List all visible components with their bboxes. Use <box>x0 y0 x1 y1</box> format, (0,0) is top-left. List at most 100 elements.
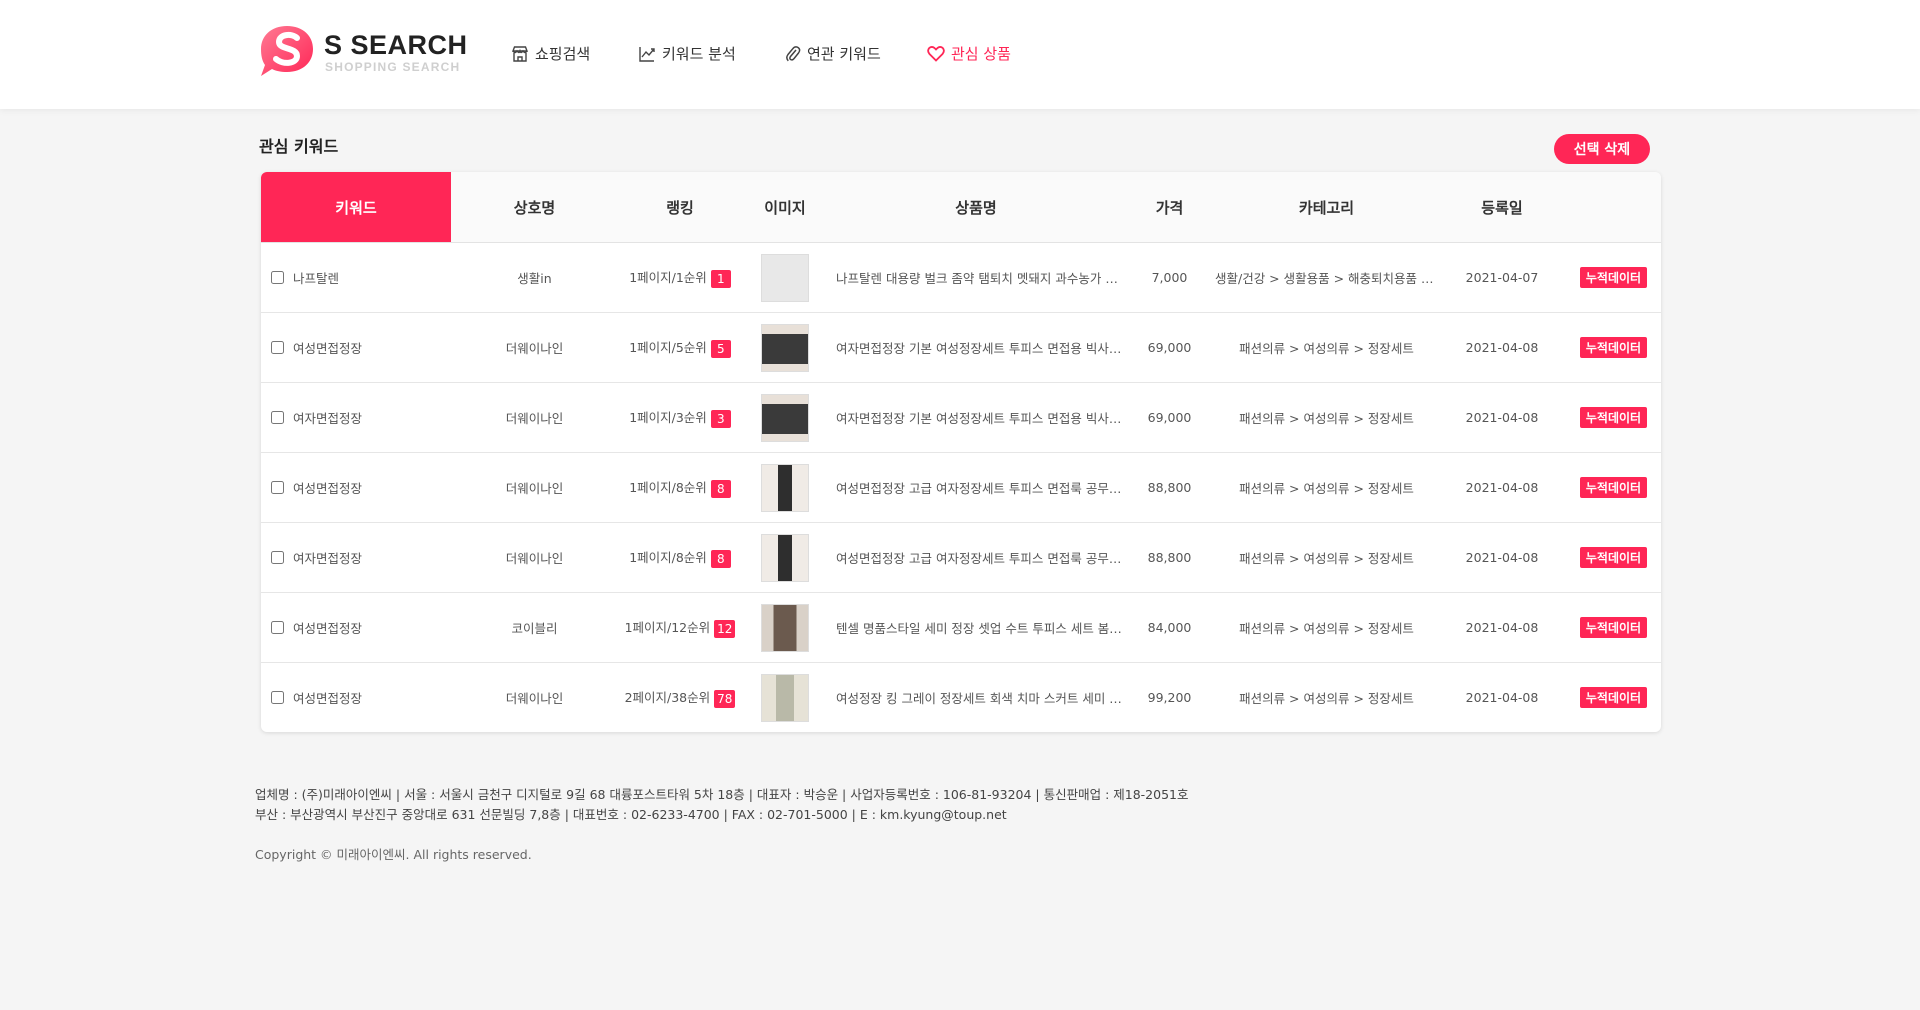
price-cell: 7,000 <box>1124 242 1215 313</box>
keyword-table: 키워드 상호명 랭킹 이미지 상품명 가격 카테고리 등록일 나프탈렌 생활in… <box>261 172 1661 732</box>
nav-shopping-search[interactable]: 쇼핑검색 <box>511 43 590 64</box>
product-thumbnail[interactable] <box>761 393 809 442</box>
rank-badge: 12 <box>714 619 736 638</box>
row-checkbox[interactable] <box>271 691 284 704</box>
column-header-date[interactable]: 등록일 <box>1438 172 1566 243</box>
product-thumbnail[interactable] <box>761 603 809 652</box>
column-header-store[interactable]: 상호명 <box>451 172 618 243</box>
rank-text: 2페이지/38순위 <box>624 690 711 706</box>
nav-label: 키워드 분석 <box>662 45 736 63</box>
product-thumbnail[interactable] <box>761 533 809 582</box>
table-row[interactable]: 여성면접정장 더웨이나인 1페이지/8순위 8 여성면접정장 고급 여자정장세트 … <box>261 452 1661 523</box>
column-header-price[interactable]: 가격 <box>1124 172 1215 243</box>
category-cell: 패션의류 > 여성의류 > 정장세트 <box>1215 312 1438 383</box>
brand-logo[interactable]: S SEARCH SHOPPING SEARCH <box>259 24 467 80</box>
page-title: 관심 키워드 <box>259 137 339 156</box>
cumulative-data-button[interactable]: 누적데이터 <box>1579 267 1648 288</box>
date-cell: 2021-04-08 <box>1438 522 1566 593</box>
rank-cell: 1페이지/1순위 1 <box>618 242 742 313</box>
row-select[interactable]: 여자면접정장 <box>271 548 451 567</box>
rank-text: 1페이지/1순위 <box>629 270 707 286</box>
image-cell <box>742 452 828 523</box>
row-select[interactable]: 여성면접정장 <box>271 688 451 707</box>
product-name-cell[interactable]: 여성면접정장 고급 여자정장세트 투피스 면접룩 공무원 빅... <box>828 522 1124 593</box>
cumulative-data-button[interactable]: 누적데이터 <box>1579 687 1648 708</box>
row-checkbox[interactable] <box>271 621 284 634</box>
store-cell: 더웨이나인 <box>451 522 618 593</box>
rank-cell: 1페이지/8순위 8 <box>618 522 742 593</box>
brand-subtitle: SHOPPING SEARCH <box>325 60 461 74</box>
row-checkbox[interactable] <box>271 411 284 424</box>
product-thumbnail[interactable] <box>761 253 809 302</box>
column-header-product[interactable]: 상품명 <box>828 172 1124 243</box>
row-select[interactable]: 여자면접정장 <box>271 408 451 427</box>
table-row[interactable]: 여성면접정장 코이블리 1페이지/12순위 12 텐셀 명품스타일 세미 정장 셋… <box>261 592 1661 663</box>
row-checkbox[interactable] <box>271 551 284 564</box>
nav-keyword-analysis[interactable]: 키워드 분석 <box>638 43 736 64</box>
column-header-rank[interactable]: 랭킹 <box>618 172 742 243</box>
row-checkbox[interactable] <box>271 271 284 284</box>
column-header-image: 이미지 <box>742 172 828 243</box>
product-thumbnail[interactable] <box>761 673 809 722</box>
table-row[interactable]: 여자면접정장 더웨이나인 1페이지/8순위 8 여성면접정장 고급 여자정장세트 … <box>261 522 1661 593</box>
cumulative-data-button[interactable]: 누적데이터 <box>1579 617 1648 638</box>
table-row[interactable]: 여성면접정장 더웨이나인 1페이지/5순위 5 여자면접정장 기본 여성정장세트 … <box>261 312 1661 383</box>
rank-cell: 1페이지/3순위 3 <box>618 382 742 453</box>
row-select[interactable]: 여성면접정장 <box>271 618 451 637</box>
keyword-cell: 여성면접정장 <box>261 663 451 733</box>
rank-badge: 3 <box>710 409 731 428</box>
delete-selected-button[interactable]: 선택 삭제 <box>1554 134 1650 164</box>
product-name-cell[interactable]: 텐셀 명품스타일 세미 정장 셋업 수트 투피스 세트 봄 ... <box>828 592 1124 663</box>
product-name-cell[interactable]: 여자면접정장 기본 여성정장세트 투피스 면접용 빅사이즈 ... <box>828 382 1124 453</box>
category-cell: 패션의류 > 여성의류 > 정장세트 <box>1215 522 1438 593</box>
action-cell: 누적데이터 <box>1566 663 1661 733</box>
nav-favorite-products[interactable]: 관심 상품 <box>927 43 1011 64</box>
rank-text: 1페이지/8순위 <box>629 480 707 496</box>
footer-contact-info: 부산 : 부산광역시 부산진구 중앙대로 631 선문빌딩 7,8층 | 대표번… <box>255 807 1007 822</box>
nav-label: 연관 키워드 <box>807 45 881 63</box>
product-thumbnail[interactable] <box>761 323 809 372</box>
table-row[interactable]: 나프탈렌 생활in 1페이지/1순위 1 나프탈렌 대용량 벌크 좀약 탬퇴치 멧… <box>261 242 1661 313</box>
product-name-cell[interactable]: 나프탈렌 대용량 벌크 좀약 탬퇴치 멧돼지 과수농가 방충... <box>828 242 1124 313</box>
nav-related-keywords[interactable]: 연관 키워드 <box>785 43 881 64</box>
store-cell: 더웨이나인 <box>451 452 618 523</box>
image-cell <box>742 242 828 313</box>
date-cell: 2021-04-08 <box>1438 382 1566 453</box>
image-cell <box>742 592 828 663</box>
column-header-category[interactable]: 카테고리 <box>1215 172 1438 243</box>
rank-badge: 5 <box>710 339 731 358</box>
store-icon <box>511 45 529 62</box>
cumulative-data-button[interactable]: 누적데이터 <box>1579 477 1648 498</box>
row-checkbox[interactable] <box>271 481 284 494</box>
row-select[interactable]: 여성면접정장 <box>271 338 451 357</box>
image-cell <box>742 312 828 383</box>
store-cell: 코이블리 <box>451 592 618 663</box>
rank-text: 1페이지/3순위 <box>629 410 707 426</box>
cumulative-data-button[interactable]: 누적데이터 <box>1579 407 1648 428</box>
table-row[interactable]: 여성면접정장 더웨이나인 2페이지/38순위 78 여성정장 킹 그레이 정장세트… <box>261 663 1661 733</box>
row-select[interactable]: 나프탈렌 <box>271 268 451 287</box>
store-cell: 더웨이나인 <box>451 382 618 453</box>
cumulative-data-button[interactable]: 누적데이터 <box>1579 547 1648 568</box>
keyword-text: 나프탈렌 <box>293 271 340 286</box>
row-select[interactable]: 여성면접정장 <box>271 478 451 497</box>
footer-copyright: Copyright © 미래아이엔씨. All rights reserved. <box>255 847 532 862</box>
cumulative-data-button[interactable]: 누적데이터 <box>1579 337 1648 358</box>
logo-bubble-icon <box>261 26 313 76</box>
price-cell: 88,800 <box>1124 522 1215 593</box>
category-cell: 패션의류 > 여성의류 > 정장세트 <box>1239 691 1414 706</box>
table-row[interactable]: 여자면접정장 더웨이나인 1페이지/3순위 3 여자면접정장 기본 여성정장세트 … <box>261 382 1661 453</box>
rank-text: 1페이지/8순위 <box>629 550 707 566</box>
row-checkbox[interactable] <box>271 341 284 354</box>
column-header-keyword[interactable]: 키워드 <box>261 172 451 243</box>
rank-text: 1페이지/5순위 <box>629 340 707 356</box>
product-name-cell[interactable]: 여성정장 킹 그레이 정장세트 회색 치마 스커트 세미 여... <box>828 663 1124 733</box>
date-cell: 2021-04-08 <box>1438 312 1566 383</box>
action-cell: 누적데이터 <box>1566 452 1661 523</box>
keyword-cell: 여성면접정장 <box>261 452 451 523</box>
product-thumbnail[interactable] <box>761 463 809 512</box>
product-name-cell[interactable]: 여성면접정장 고급 여자정장세트 투피스 면접룩 공무원 빅... <box>828 452 1124 523</box>
product-name-cell[interactable]: 여자면접정장 기본 여성정장세트 투피스 면접용 빅사이즈 ... <box>828 312 1124 383</box>
keyword-text: 여자면접정장 <box>293 551 363 566</box>
paperclip-icon <box>786 45 801 61</box>
